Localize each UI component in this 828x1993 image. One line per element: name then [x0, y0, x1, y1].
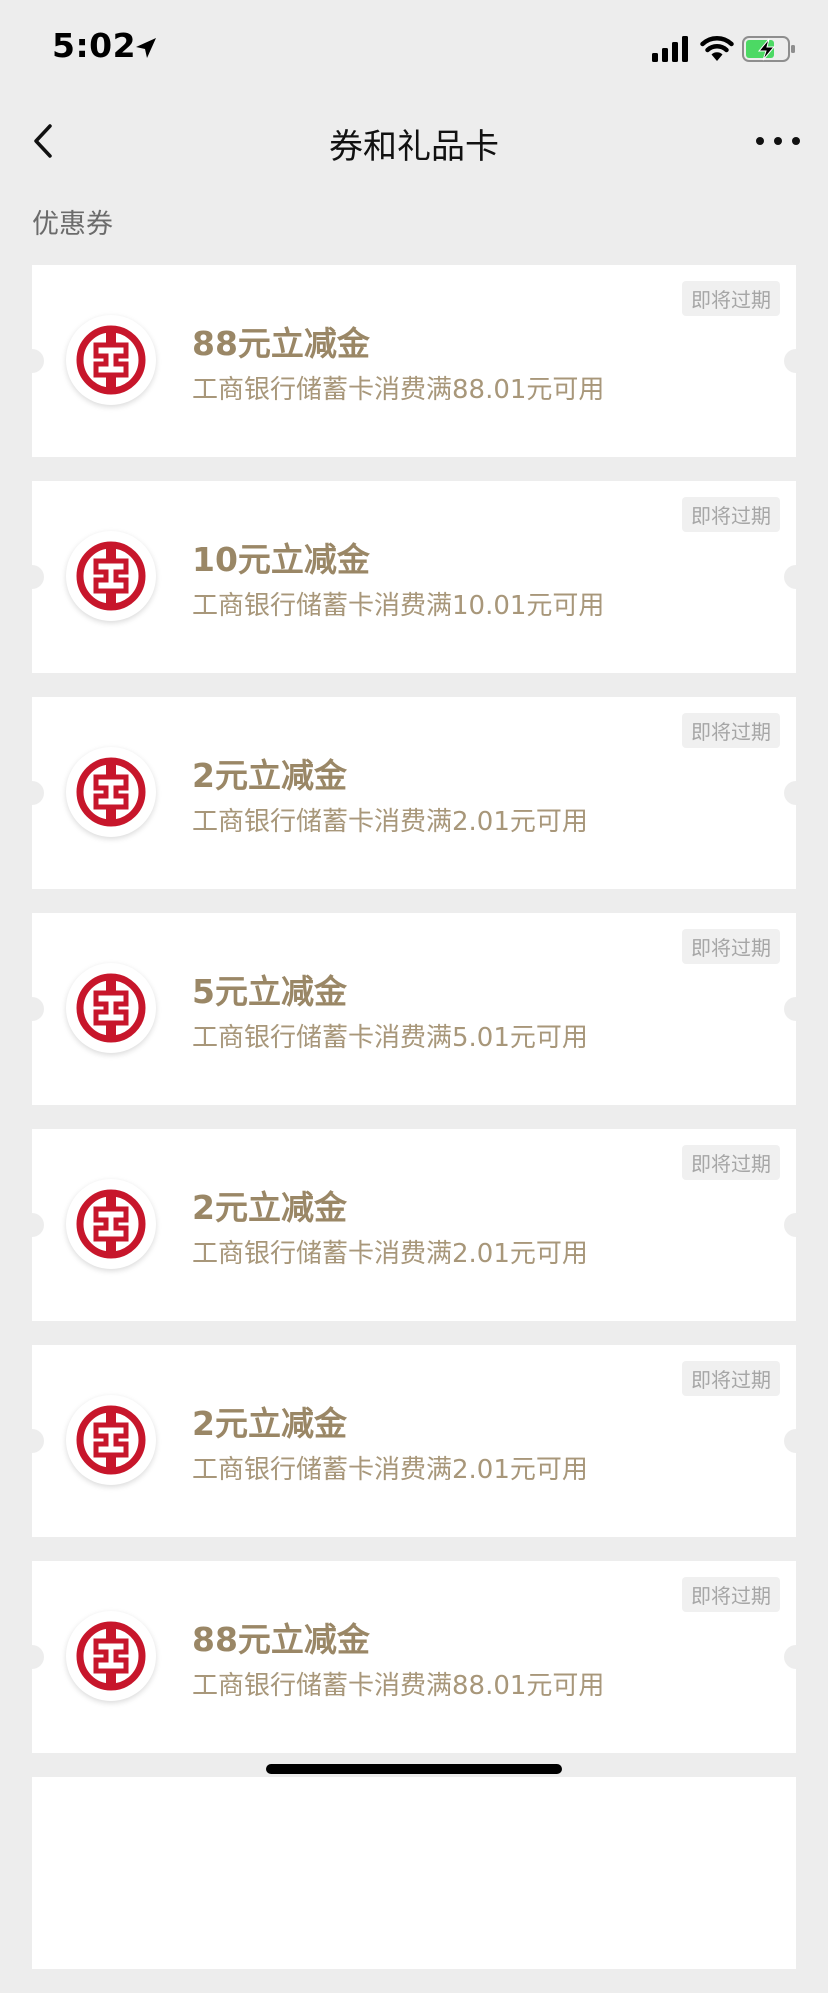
location-arrow-icon: [136, 38, 156, 58]
coupon-card[interactable]: 88元立减金 工商银行储蓄卡消费满88.01元可用 即将过期: [20, 1561, 808, 1753]
coupon-card[interactable]: 88元立减金 工商银行储蓄卡消费满88.01元可用 即将过期: [20, 265, 808, 457]
page-title: 券和礼品卡: [329, 127, 499, 167]
ticket-notch-left: [20, 349, 44, 373]
coupon-description: 工商银行储蓄卡消费满2.01元可用: [192, 807, 588, 837]
coupon-title: 88元立减金: [192, 1620, 370, 1659]
coupon-list: 88元立减金 工商银行储蓄卡消费满88.01元可用 即将过期 10元立减金 工商…: [20, 265, 808, 1993]
ticket-notch-right: [784, 1645, 808, 1669]
section-label-coupons: 优惠券: [32, 209, 113, 240]
icbc-logo-icon: [66, 1611, 156, 1701]
coupon-title: 5元立减金: [192, 972, 347, 1011]
expiring-soon-badge: 即将过期: [682, 281, 780, 316]
coupon-title: 2元立减金: [192, 1404, 347, 1443]
coupon-description: 工商银行储蓄卡消费满10.01元可用: [192, 591, 605, 621]
coupon-description: 工商银行储蓄卡消费满88.01元可用: [192, 375, 605, 405]
ticket-notch-right: [784, 565, 808, 589]
ticket-notch-right: [784, 1213, 808, 1237]
coupon-card[interactable]: 5元立减金 工商银行储蓄卡消费满5.01元可用 即将过期: [20, 913, 808, 1105]
ticket-notch-left: [20, 565, 44, 589]
icbc-logo-icon: [66, 531, 156, 621]
ticket-notch-right: [784, 997, 808, 1021]
icbc-logo-icon: [66, 1395, 156, 1485]
coupon-description: 工商银行储蓄卡消费满2.01元可用: [192, 1455, 588, 1485]
expiring-soon-badge: 即将过期: [682, 713, 780, 748]
icbc-logo-icon: [66, 963, 156, 1053]
cellular-signal-icon: [652, 36, 688, 62]
coupon-card-partial[interactable]: [32, 1777, 796, 1969]
ticket-notch-right: [784, 349, 808, 373]
coupon-title: 10元立减金: [192, 540, 370, 579]
coupon-title: 2元立减金: [192, 1188, 347, 1227]
coupon-card[interactable]: 10元立减金 工商银行储蓄卡消费满10.01元可用 即将过期: [20, 481, 808, 673]
ticket-notch-right: [784, 1429, 808, 1453]
icbc-logo-icon: [66, 747, 156, 837]
coupon-description: 工商银行储蓄卡消费满5.01元可用: [192, 1023, 588, 1053]
ticket-notch-left: [20, 781, 44, 805]
coupon-card[interactable]: 2元立减金 工商银行储蓄卡消费满2.01元可用 即将过期: [20, 1129, 808, 1321]
ticket-notch-right: [784, 781, 808, 805]
expiring-soon-badge: 即将过期: [682, 497, 780, 532]
expiring-soon-badge: 即将过期: [682, 1577, 780, 1612]
icbc-logo-icon: [66, 1179, 156, 1269]
coupon-title: 88元立减金: [192, 324, 370, 363]
battery-charging-icon: [742, 36, 795, 62]
coupon-card[interactable]: 2元立减金 工商银行储蓄卡消费满2.01元可用 即将过期: [20, 697, 808, 889]
nav-bar: 券和礼品卡: [0, 96, 828, 186]
coupon-title: 2元立减金: [192, 756, 347, 795]
expiring-soon-badge: 即将过期: [682, 929, 780, 964]
coupon-description: 工商银行储蓄卡消费满2.01元可用: [192, 1239, 588, 1269]
wifi-icon: [700, 36, 734, 61]
icbc-logo-icon: [66, 315, 156, 405]
home-indicator[interactable]: [266, 1764, 562, 1774]
status-bar: 5:02: [0, 0, 828, 96]
coupon-description: 工商银行储蓄卡消费满88.01元可用: [192, 1671, 605, 1701]
more-options-icon[interactable]: [748, 116, 808, 166]
ticket-notch-left: [20, 1645, 44, 1669]
status-time: 5:02: [52, 26, 137, 65]
expiring-soon-badge: 即将过期: [682, 1361, 780, 1396]
coupon-card[interactable]: 2元立减金 工商银行储蓄卡消费满2.01元可用 即将过期: [20, 1345, 808, 1537]
ticket-notch-left: [20, 1429, 44, 1453]
ticket-notch-left: [20, 1213, 44, 1237]
ticket-notch-left: [20, 997, 44, 1021]
expiring-soon-badge: 即将过期: [682, 1145, 780, 1180]
